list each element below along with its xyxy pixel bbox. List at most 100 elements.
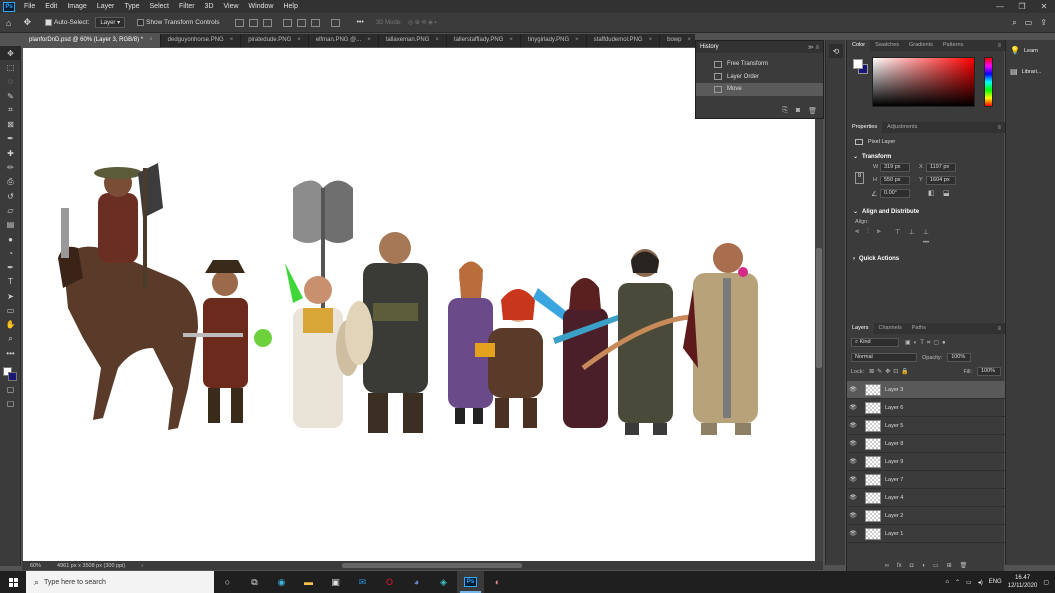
menu-image[interactable]: Image xyxy=(62,0,91,13)
fill-field[interactable]: 100% xyxy=(977,367,1001,376)
flip-horizontal-icon[interactable]: ◧ xyxy=(928,189,935,197)
workspace-icon[interactable]: ▭ xyxy=(1025,18,1033,28)
layer-row[interactable]: 👁 Layer 6 xyxy=(847,399,1005,417)
eyedropper-tool-icon[interactable]: ✒ xyxy=(0,132,21,146)
horizontal-scrollbar-thumb[interactable] xyxy=(342,563,522,568)
more-options-button[interactable]: ••• xyxy=(847,240,1005,246)
color-picker-field[interactable] xyxy=(872,57,975,107)
minimize-button[interactable]: — xyxy=(989,2,1011,11)
trash-icon[interactable]: 🗑 xyxy=(808,107,817,115)
menu-window[interactable]: Window xyxy=(244,0,279,13)
close-tab-icon[interactable]: × xyxy=(230,37,234,43)
panel-menu-icon[interactable]: ≡ xyxy=(997,326,1001,332)
task-view-icon[interactable]: ⧉ xyxy=(241,571,268,593)
eraser-tool-icon[interactable]: ▱ xyxy=(0,203,21,217)
quick-actions-header[interactable]: › Quick Actions xyxy=(847,256,1005,262)
menu-view[interactable]: View xyxy=(219,0,244,13)
store-icon[interactable]: ▣ xyxy=(322,571,349,593)
history-item[interactable]: Move xyxy=(696,83,823,96)
history-title[interactable]: History xyxy=(700,44,719,50)
crop-tool-icon[interactable]: ⌗ xyxy=(0,103,21,117)
document-tab[interactable]: tallaxeman.PNG × xyxy=(379,34,447,47)
trash-icon[interactable]: 🗑 xyxy=(960,562,968,569)
align-right-edges-icon[interactable]: ⫸ xyxy=(877,228,881,236)
align-left-icon[interactable] xyxy=(235,18,245,27)
tab-layers[interactable]: Layers xyxy=(847,323,874,334)
document-tab[interactable]: tinygirlady.PNG × xyxy=(521,34,587,47)
transform-section-header[interactable]: ⌄ Transform xyxy=(847,153,1005,161)
menu-3d[interactable]: 3D xyxy=(200,0,219,13)
opacity-field[interactable]: 100% xyxy=(947,353,972,362)
close-tab-icon[interactable]: × xyxy=(435,37,439,43)
adjustment-layer-icon[interactable]: ◑ xyxy=(921,563,925,569)
angle-field[interactable]: 0.00° xyxy=(880,189,910,198)
tab-properties[interactable]: Properties xyxy=(847,122,883,133)
close-tab-icon[interactable]: × xyxy=(367,37,371,43)
lock-icons[interactable]: ⊠✎✥⊡🔒 xyxy=(869,368,912,375)
document-tab[interactable]: piratedude.PNG × xyxy=(241,34,309,47)
layer-row[interactable]: 👁 Layer 7 xyxy=(847,471,1005,489)
file-explorer-icon[interactable]: ▬ xyxy=(295,571,322,593)
shape-tool-icon[interactable]: ▭ xyxy=(0,303,21,317)
eye-visibility-icon[interactable]: 👁 xyxy=(847,476,859,483)
maximize-button[interactable]: ❐ xyxy=(1011,2,1033,11)
fx-icon[interactable]: fx xyxy=(897,563,902,569)
edge-icon[interactable]: ◉ xyxy=(268,571,295,593)
document-canvas[interactable] xyxy=(23,48,815,561)
close-tab-icon[interactable]: × xyxy=(687,37,691,43)
opera-icon[interactable]: O xyxy=(376,571,403,593)
more-options-icon[interactable]: ••• xyxy=(356,19,363,26)
align-vertical-centers-icon[interactable]: ⊥ xyxy=(909,228,915,236)
more-tool-icon[interactable]: ••• xyxy=(0,346,21,360)
dark-app-icon[interactable]: ◈ xyxy=(430,571,457,593)
panel-menu-icon[interactable]: ≡ xyxy=(997,43,1001,49)
history-item[interactable]: Layer Order xyxy=(696,71,823,84)
tab-channels[interactable]: Channels xyxy=(874,323,907,334)
browser-app-icon[interactable]: ◐ xyxy=(484,571,511,593)
align-center-icon[interactable] xyxy=(249,18,259,27)
lasso-tool-icon[interactable]: ◌ xyxy=(0,75,21,89)
link-icon[interactable]: 8 xyxy=(855,172,864,184)
pen-tool-icon[interactable]: ✒ xyxy=(0,260,21,274)
align-bottom-edges-icon[interactable]: ⊥ xyxy=(923,228,929,236)
marquee-tool-icon[interactable]: ⬚ xyxy=(0,60,21,74)
eye-visibility-icon[interactable]: 👁 xyxy=(847,440,859,447)
chevron-up-icon[interactable]: ⌃ xyxy=(955,579,960,586)
new-layer-icon[interactable]: ⊞ xyxy=(947,562,952,569)
tab-patterns[interactable]: Patterns xyxy=(938,40,968,51)
eye-visibility-icon[interactable]: 👁 xyxy=(847,386,859,393)
eye-visibility-icon[interactable]: 👁 xyxy=(847,494,859,501)
zoom-tool-icon[interactable]: ⌕ xyxy=(0,332,21,346)
history-item[interactable]: Free Transform xyxy=(696,58,823,71)
network-icon[interactable]: ▭ xyxy=(966,579,972,586)
zoom-level[interactable]: 60% xyxy=(30,563,41,569)
volume-icon[interactable]: ◂) xyxy=(978,579,983,586)
eye-visibility-icon[interactable]: 👁 xyxy=(847,512,859,519)
new-document-from-state-icon[interactable]: ⎘ xyxy=(782,107,788,115)
align-left-edges-icon[interactable]: ⫷ xyxy=(855,228,859,236)
document-info[interactable]: 4961 px x 3508 px (300 ppi) xyxy=(57,563,125,569)
close-tab-icon[interactable]: × xyxy=(649,37,653,43)
x-field[interactable]: 1197 px xyxy=(926,163,956,172)
eye-visibility-icon[interactable]: 👁 xyxy=(847,404,859,411)
learn-panel-button[interactable]: 💡 Learn xyxy=(1006,40,1055,61)
add-mask-icon[interactable]: ◘ xyxy=(910,563,914,569)
layer-row[interactable]: 👁 Layer 8 xyxy=(847,435,1005,453)
group-folder-icon[interactable]: ▭ xyxy=(933,562,939,569)
show-transform-checkbox[interactable]: Show Transform Controls xyxy=(137,19,219,26)
path-select-tool-icon[interactable]: ➤ xyxy=(0,289,21,303)
align-right-icon[interactable] xyxy=(263,18,273,27)
frame-tool-icon[interactable]: ⊠ xyxy=(0,117,21,131)
menu-filter[interactable]: Filter xyxy=(174,0,200,13)
tab-swatches[interactable]: Swatches xyxy=(870,40,904,51)
brush-tool-icon[interactable]: ✏ xyxy=(0,160,21,174)
move-tool-icon[interactable]: ✥ xyxy=(23,17,31,28)
screen-mode-icon[interactable]: ▢ xyxy=(0,397,21,411)
status-arrow-icon[interactable]: › xyxy=(141,563,143,569)
notifications-icon[interactable]: ▢ xyxy=(1043,579,1049,586)
foreground-background-swatch[interactable] xyxy=(0,365,21,383)
auto-select-checkbox[interactable]: Auto-Select: xyxy=(44,19,89,26)
align-bottom-icon[interactable] xyxy=(311,18,321,27)
hue-slider[interactable] xyxy=(984,57,993,107)
dodge-tool-icon[interactable]: ◔ xyxy=(0,246,21,260)
